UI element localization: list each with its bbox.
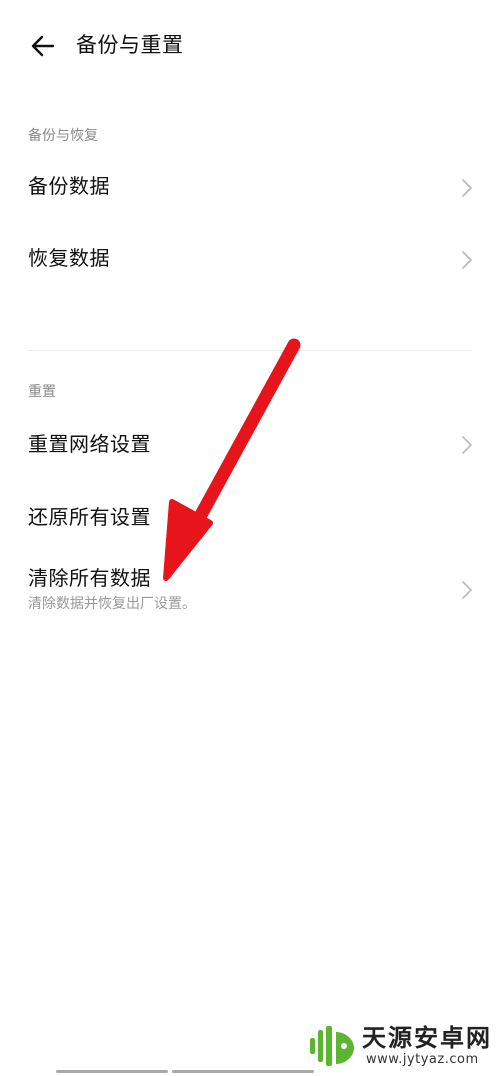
row-title: 恢复数据 xyxy=(28,246,110,270)
row-restore-data[interactable]: 恢复数据 xyxy=(0,228,500,292)
section-label-backup: 备份与恢复 xyxy=(28,128,98,144)
chevron-right-icon xyxy=(462,581,472,599)
header: 备份与重置 xyxy=(0,18,500,74)
nav-indicator-right xyxy=(172,1070,314,1073)
page-title: 备份与重置 xyxy=(76,33,184,57)
watermark-url: www.jytyaz.com xyxy=(366,1052,479,1067)
section-divider xyxy=(28,350,472,351)
watermark: 天源安卓网 www.jytyaz.com xyxy=(306,1022,496,1072)
row-backup-data[interactable]: 备份数据 xyxy=(0,156,500,220)
row-erase-all-data[interactable]: 清除所有数据 清除数据并恢复出厂设置。 xyxy=(0,556,500,628)
row-subtitle: 清除数据并恢复出厂设置。 xyxy=(28,596,196,612)
arrow-left-icon xyxy=(31,35,55,57)
row-title: 重置网络设置 xyxy=(28,432,151,456)
row-title: 还原所有设置 xyxy=(28,505,151,529)
chevron-right-icon xyxy=(462,436,472,454)
settings-page: 备份与重置 备份与恢复 备份数据 恢复数据 重置 重置网络设置 还原所有设置 清… xyxy=(0,0,500,1076)
row-title: 清除所有数据 xyxy=(28,566,151,590)
watermark-name: 天源安卓网 xyxy=(362,1024,492,1052)
android-logo-icon xyxy=(310,1026,354,1066)
row-restore-all-settings[interactable]: 还原所有设置 xyxy=(0,486,500,550)
section-label-reset: 重置 xyxy=(28,384,56,400)
nav-indicator-left xyxy=(56,1070,168,1073)
chevron-right-icon xyxy=(462,179,472,197)
row-title: 备份数据 xyxy=(28,174,110,198)
row-reset-network[interactable]: 重置网络设置 xyxy=(0,413,500,477)
chevron-right-icon xyxy=(462,251,472,269)
back-button[interactable] xyxy=(26,28,62,64)
